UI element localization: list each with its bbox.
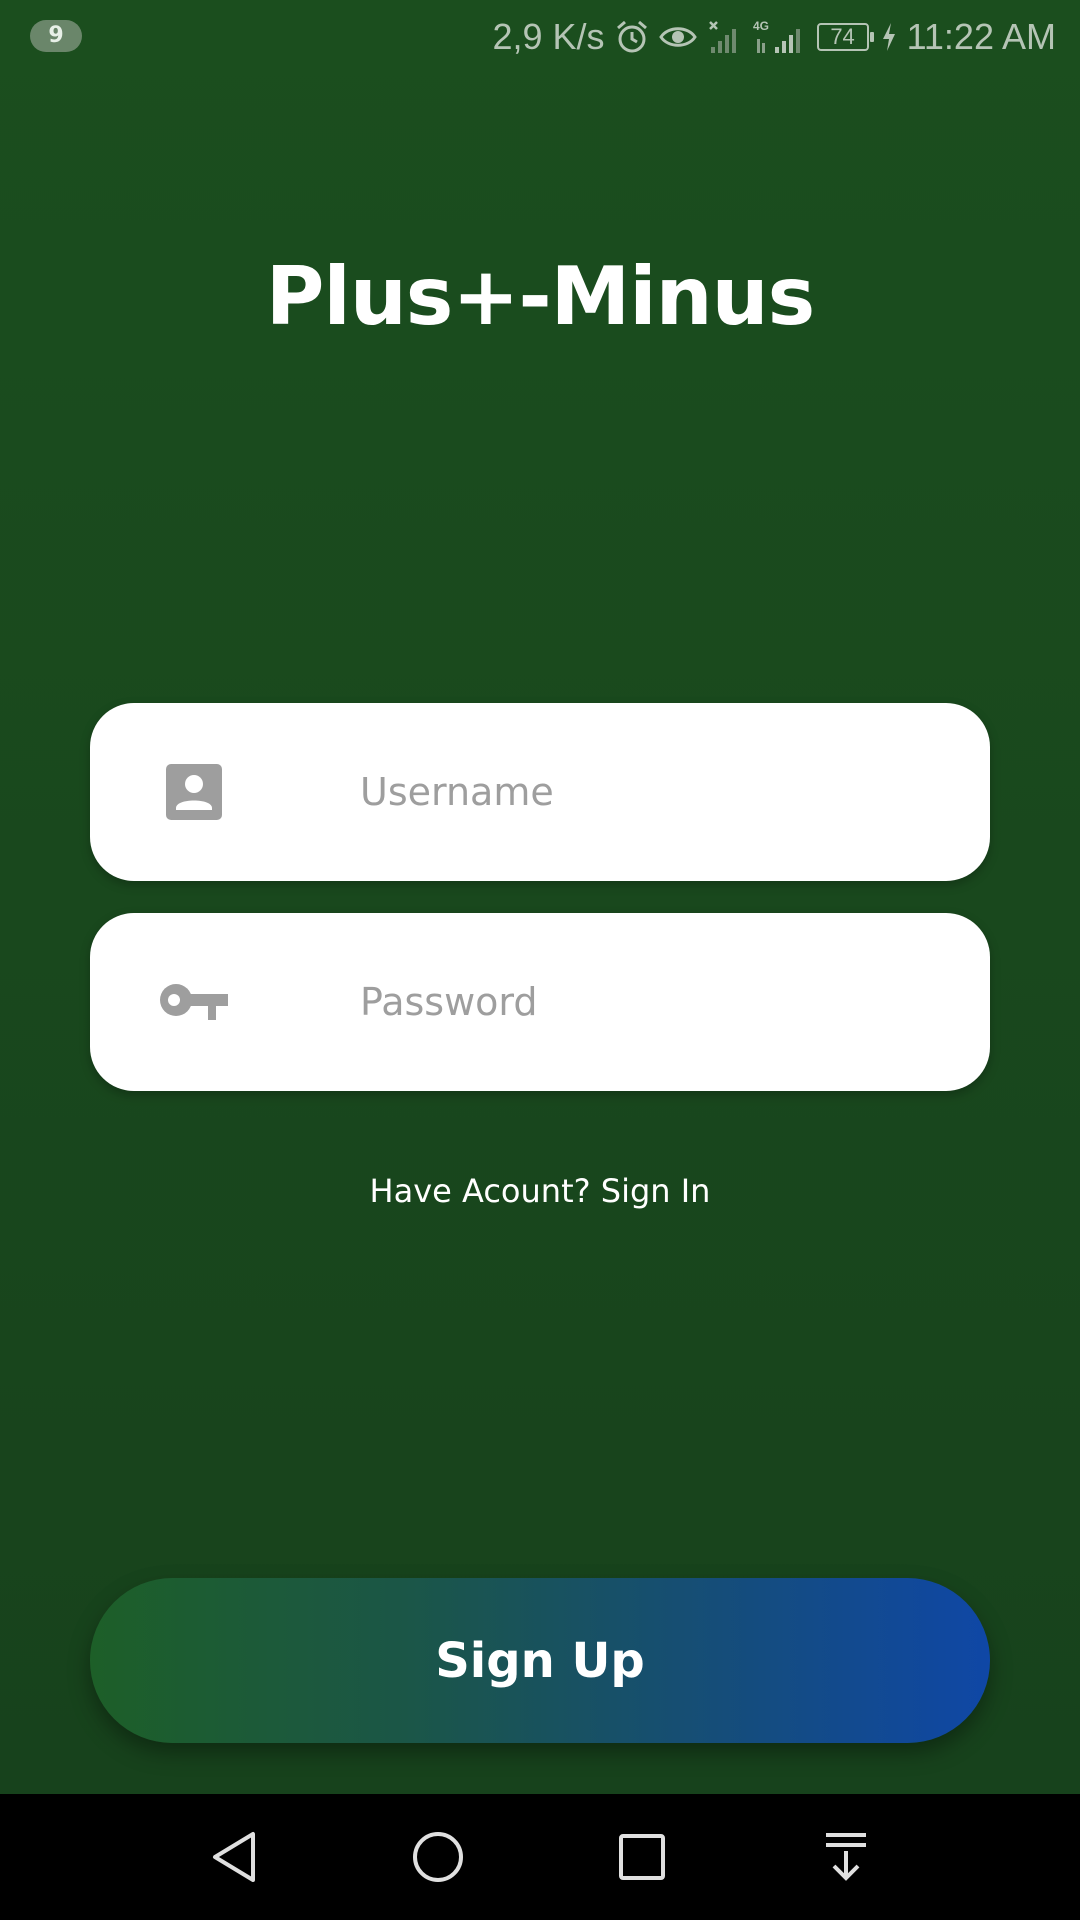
clock: 11:22 AM bbox=[906, 16, 1056, 57]
battery-icon: 74 bbox=[816, 23, 874, 51]
password-field[interactable] bbox=[90, 913, 990, 1091]
username-input[interactable] bbox=[360, 703, 960, 881]
back-icon[interactable] bbox=[204, 1827, 264, 1887]
recents-icon[interactable] bbox=[612, 1827, 672, 1887]
status-indicators: 2,9 K/s 4G 74 11:22 AM bbox=[493, 14, 1057, 60]
svg-text:4G: 4G bbox=[753, 19, 769, 33]
app-title: Plus+-Minus bbox=[265, 250, 815, 343]
eye-icon bbox=[658, 23, 697, 51]
notification-count-badge: 9 bbox=[30, 20, 82, 52]
account-box-icon bbox=[154, 752, 234, 832]
app-screen: 9 2,9 K/s 4G 74 11:22 AM Plus+-Minus Use… bbox=[0, 0, 1080, 1794]
sign-in-link[interactable]: Have Acount? Sign In bbox=[0, 1172, 1080, 1210]
key-icon bbox=[154, 962, 234, 1042]
status-bar: 9 2,9 K/s 4G 74 11:22 AM bbox=[0, 0, 1080, 74]
charging-icon bbox=[882, 23, 895, 51]
alarm-icon bbox=[615, 19, 649, 55]
network-speed: 2,9 K/s bbox=[492, 16, 605, 57]
home-icon[interactable] bbox=[408, 1827, 468, 1887]
navigation-bar bbox=[0, 1794, 1080, 1920]
username-field[interactable] bbox=[90, 703, 990, 881]
signal-4g-icon: 4G bbox=[753, 19, 807, 55]
notification-pulldown-icon[interactable] bbox=[816, 1827, 876, 1887]
battery-indicator: 74 bbox=[816, 23, 897, 51]
password-input[interactable] bbox=[360, 913, 960, 1091]
signal-no-sim-icon bbox=[707, 19, 743, 55]
sign-up-button[interactable]: Sign Up bbox=[90, 1578, 990, 1743]
